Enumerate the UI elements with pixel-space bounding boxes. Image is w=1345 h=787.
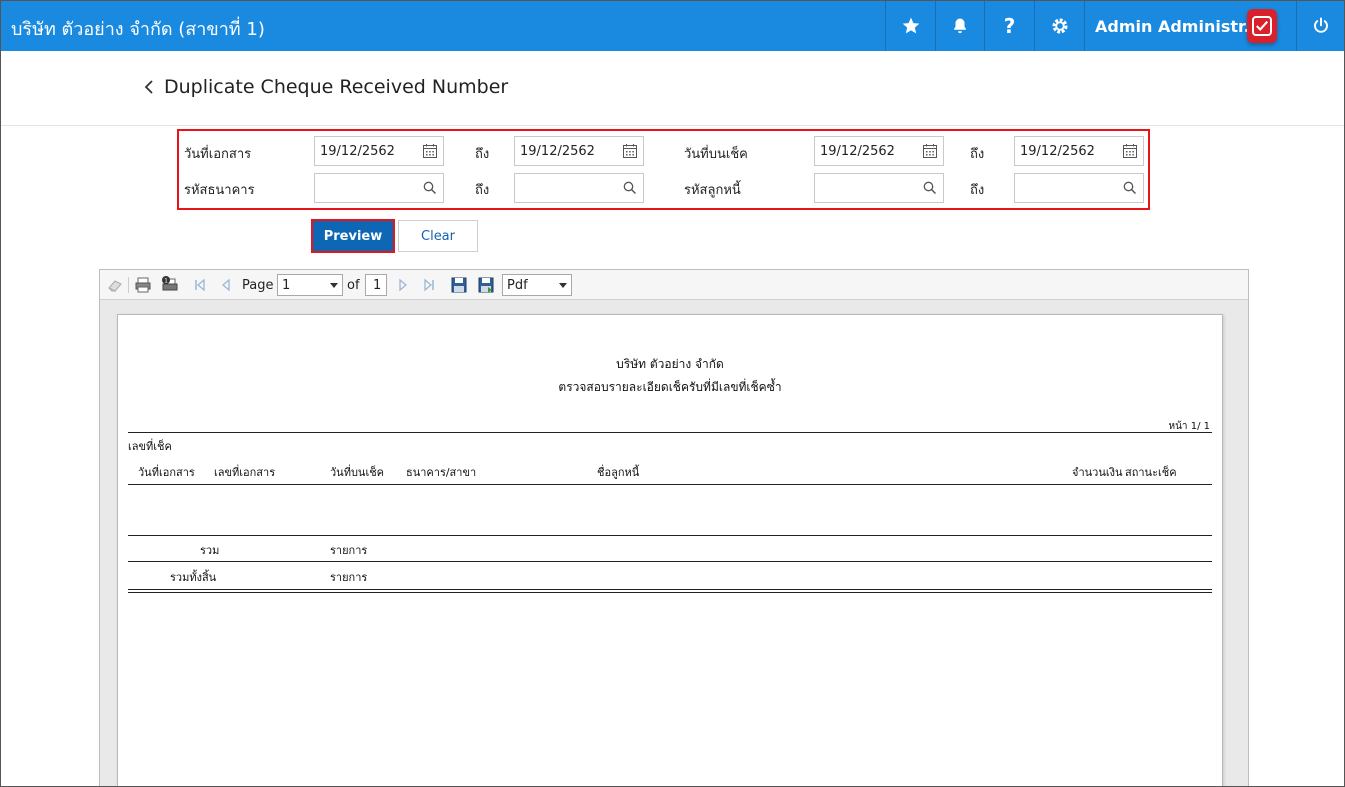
- print-icon[interactable]: [134, 276, 152, 294]
- cheque-date-to-input[interactable]: 19/12/2562: [1014, 136, 1144, 166]
- export-format-select[interactable]: Pdf: [502, 274, 572, 296]
- of-label: of: [347, 278, 360, 293]
- report-company: บริษัท ตัวอย่าง จำกัด: [616, 357, 724, 371]
- svg-text:1: 1: [164, 278, 168, 285]
- first-page-icon[interactable]: [191, 276, 209, 294]
- debtor-code-to-input[interactable]: [1014, 173, 1144, 203]
- col-debtor: ชื่อลูกหนี้: [597, 466, 640, 479]
- toolbar-separator: [128, 277, 129, 293]
- bank-code-from-input[interactable]: [314, 173, 444, 203]
- company-name[interactable]: บริษัท ตัวอย่าง จำกัด (สาขาที่ 1): [11, 14, 265, 43]
- save-icon[interactable]: [450, 276, 468, 294]
- print-page-icon[interactable]: 1: [161, 276, 179, 294]
- export-icon[interactable]: [477, 276, 495, 294]
- title-bar: Duplicate Cheque Received Number: [1, 51, 1344, 126]
- viewer-toolbar: 1 Page 1 of 1 Pdf: [100, 270, 1248, 300]
- next-page-icon[interactable]: [394, 276, 412, 294]
- debtor-code-from-input[interactable]: [814, 173, 944, 203]
- cheque-date-from-input[interactable]: 19/12/2562: [814, 136, 944, 166]
- gear-icon: [1052, 18, 1067, 34]
- page-select[interactable]: 1: [277, 274, 343, 296]
- search-icon[interactable]: [922, 180, 938, 196]
- to-label: ถึง: [475, 183, 490, 198]
- header-rule: [128, 432, 1212, 433]
- columns-rule: [128, 484, 1212, 485]
- bank-code-to-input[interactable]: [514, 173, 644, 203]
- to-label: ถึง: [970, 183, 985, 198]
- search-icon[interactable]: [1122, 180, 1138, 196]
- page-title: Duplicate Cheque Received Number: [164, 76, 509, 98]
- cheque-date-to-value: 19/12/2562: [1020, 144, 1095, 159]
- clear-button[interactable]: Clear: [398, 220, 478, 252]
- back-chevron-icon[interactable]: [141, 76, 157, 98]
- export-format-value: Pdf: [507, 278, 528, 293]
- chevron-down-icon: [330, 283, 338, 288]
- search-icon[interactable]: [622, 180, 638, 196]
- filter-panel: วันที่เอกสาร 19/12/2562 ถึง 19/12/2562 ว…: [177, 129, 1150, 210]
- eraser-icon[interactable]: [106, 276, 124, 294]
- last-page-icon[interactable]: [420, 276, 438, 294]
- top-bar: บริษัท ตัวอย่าง จำกัด (สาขาที่ 1) ? Admi…: [1, 1, 1344, 51]
- help-button[interactable]: ?: [984, 1, 1034, 51]
- col-cheque-date: วันที่บนเช็ค: [330, 466, 385, 479]
- help-icon: ?: [1003, 14, 1016, 38]
- cheque-date-label: วันที่บนเช็ค: [684, 147, 748, 162]
- col-amount: จำนวนเงิน: [1072, 466, 1123, 479]
- app-badge-icon: [1247, 9, 1277, 43]
- body-rule: [128, 535, 1212, 536]
- to-label: ถึง: [970, 147, 985, 162]
- bank-code-label: รหัสธนาคาร: [184, 183, 255, 198]
- grand-total-label: รวมทั้งสิ้น: [170, 571, 217, 584]
- page-select-value: 1: [282, 278, 291, 293]
- app-badge[interactable]: [1247, 9, 1277, 43]
- grand-total-rule-1: [128, 589, 1212, 590]
- subtotal-rule: [128, 561, 1212, 562]
- doc-date-to-value: 19/12/2562: [520, 144, 595, 159]
- favorites-button[interactable]: [885, 1, 935, 51]
- calendar-icon[interactable]: [422, 143, 438, 159]
- app-window: บริษัท ตัวอย่าง จำกัด (สาขาที่ 1) ? Admi…: [0, 0, 1345, 787]
- col-cheque-no: เลขที่เช็ค: [128, 440, 172, 453]
- col-status: สถานะเช็ค: [1125, 466, 1177, 479]
- chevron-down-icon: [559, 283, 567, 288]
- bell-icon: [954, 18, 966, 34]
- doc-date-from-value: 19/12/2562: [320, 144, 395, 159]
- cheque-date-from-value: 19/12/2562: [820, 144, 895, 159]
- total-label: รวม: [200, 544, 220, 557]
- grand-total-unit: รายการ: [330, 571, 368, 584]
- doc-date-from-input[interactable]: 19/12/2562: [314, 136, 444, 166]
- page-label: Page: [242, 278, 274, 293]
- settings-button[interactable]: [1034, 1, 1084, 51]
- calendar-icon[interactable]: [922, 143, 938, 159]
- calendar-icon[interactable]: [1122, 143, 1138, 159]
- col-doc-date: วันที่เอกสาร: [138, 466, 195, 479]
- doc-date-label: วันที่เอกสาร: [184, 147, 252, 162]
- preview-button[interactable]: Preview: [311, 219, 395, 253]
- star-icon: [902, 17, 919, 34]
- report-viewer: 1 Page 1 of 1 Pdf บริษัท ตัวอย่าง จำกัด …: [99, 269, 1249, 786]
- power-icon: [1313, 17, 1328, 33]
- calendar-icon[interactable]: [622, 143, 638, 159]
- report-page: บริษัท ตัวอย่าง จำกัด ตรวจสอบรายละเอียดเ…: [117, 314, 1223, 786]
- logout-button[interactable]: [1296, 1, 1344, 51]
- previous-page-icon[interactable]: [217, 276, 235, 294]
- search-icon[interactable]: [422, 180, 438, 196]
- report-title: ตรวจสอบรายละเอียดเช็ครับที่มีเลขที่เช็คซ…: [558, 380, 782, 394]
- col-bank: ธนาคาร/สาขา: [406, 466, 477, 479]
- user-name: Admin Administr...: [1095, 16, 1262, 36]
- to-label: ถึง: [475, 147, 490, 162]
- doc-date-to-input[interactable]: 19/12/2562: [514, 136, 644, 166]
- col-doc-no: เลขที่เอกสาร: [214, 466, 276, 479]
- debtor-code-label: รหัสลูกหนี้: [684, 183, 741, 198]
- user-menu[interactable]: Admin Administr...: [1084, 1, 1296, 51]
- total-unit: รายการ: [330, 544, 368, 557]
- grand-total-rule-2: [128, 592, 1212, 593]
- total-pages: 1: [365, 274, 387, 296]
- notifications-button[interactable]: [935, 1, 984, 51]
